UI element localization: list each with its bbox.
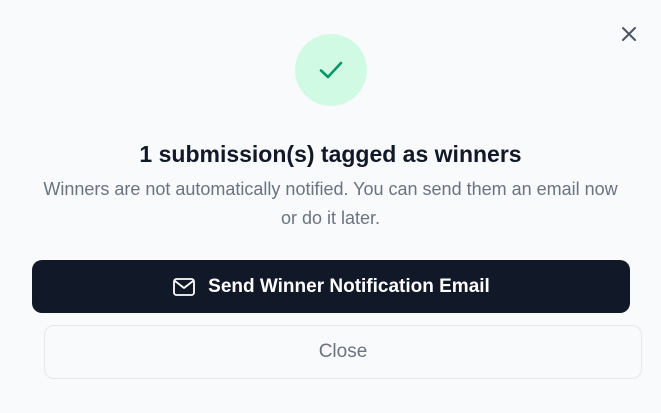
dialog-title: 1 submission(s) tagged as winners	[139, 141, 522, 167]
dialog-message: Winners are not automatically notified. …	[43, 179, 618, 228]
send-winner-email-button[interactable]: Send Winner Notification Email	[32, 260, 630, 313]
check-icon	[319, 61, 343, 79]
close-button-label: Close	[318, 341, 368, 362]
close-button[interactable]: Close	[44, 325, 642, 379]
dialog-close-button[interactable]	[617, 22, 641, 46]
winner-tagged-dialog: 1 submission(s) tagged as winners Winner…	[0, 0, 661, 413]
success-badge	[295, 34, 367, 106]
send-winner-email-label: Send Winner Notification Email	[208, 275, 490, 297]
close-icon	[622, 27, 636, 41]
mail-icon	[173, 277, 196, 296]
